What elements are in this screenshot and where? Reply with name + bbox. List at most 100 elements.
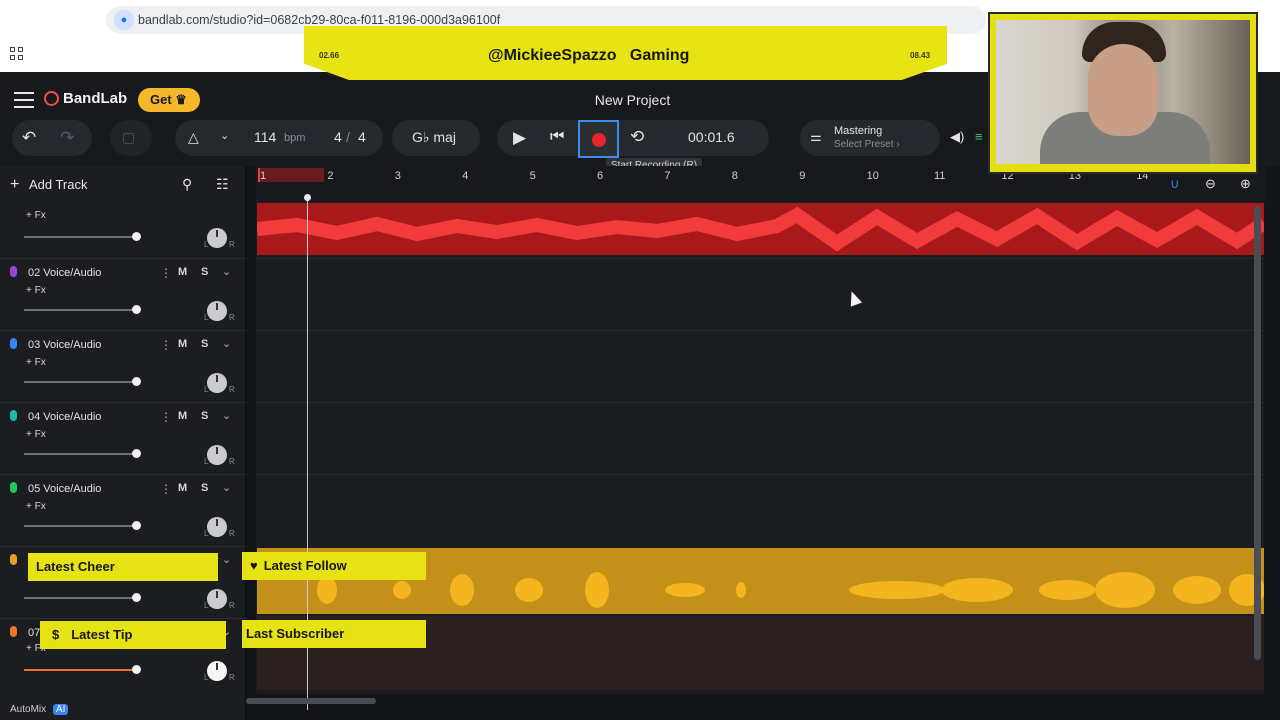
get-membership-button[interactable]: Get ♛ [138, 88, 200, 112]
pan-knob[interactable] [207, 661, 227, 681]
track-name[interactable]: 03 Voice/Audio [28, 339, 101, 351]
ruler-bar-2: 2 [327, 170, 334, 182]
volume-thumb[interactable] [132, 449, 141, 458]
track-row-05[interactable]: 05 Voice/Audio ⋮ M S ⌄ + Fx L R [0, 474, 246, 546]
vertical-scrollbar[interactable] [1254, 206, 1261, 660]
solo-button[interactable]: S [201, 410, 208, 422]
volume-slider[interactable] [24, 597, 138, 599]
pan-knob[interactable] [207, 228, 227, 248]
track-row-03[interactable]: 03 Voice/Audio ⋮ M S ⌄ + Fx L R [0, 330, 246, 402]
volume-slider[interactable] [24, 381, 138, 383]
metronome-dropdown-icon[interactable]: ⌄ [220, 129, 229, 142]
mute-button[interactable]: M [178, 410, 187, 422]
volume-thumb[interactable] [132, 232, 141, 241]
volume-thumb[interactable] [132, 521, 141, 530]
solo-button[interactable]: S [201, 338, 208, 350]
chevron-down-icon[interactable]: ⌄ [222, 553, 231, 566]
mute-button[interactable]: M [178, 482, 187, 494]
pan-knob[interactable] [207, 517, 227, 537]
pan-left-label: L [204, 457, 209, 466]
pan-left-label: L [204, 601, 209, 610]
track-name[interactable]: 04 Voice/Audio [28, 411, 101, 423]
horizontal-scrollbar[interactable] [246, 698, 376, 704]
mute-button[interactable]: M [178, 266, 187, 278]
track-row-04[interactable]: 04 Voice/Audio ⋮ M S ⌄ + Fx L R [0, 402, 246, 474]
loop-region[interactable] [258, 168, 324, 182]
pan-left-label: L [204, 529, 209, 538]
menu-icon[interactable] [14, 92, 34, 108]
bandlab-logo[interactable]: BandLab [44, 90, 127, 107]
chevron-down-icon[interactable]: ⌄ [222, 409, 231, 422]
pan-knob[interactable] [207, 301, 227, 321]
fx-button[interactable]: + Fx [26, 285, 46, 296]
playhead-handle[interactable] [304, 194, 311, 201]
fx-button[interactable]: + Fx [26, 501, 46, 512]
pan-right-label: R [229, 457, 235, 466]
time-sig-den[interactable]: 4 [358, 129, 366, 145]
tempo-value[interactable]: 114 [254, 129, 276, 145]
volume-slider[interactable] [24, 309, 138, 311]
ai-badge: AI [52, 704, 69, 715]
screen: { "browser": { "url": "bandlab.com/studi… [0, 0, 1280, 720]
mute-button[interactable]: M [178, 338, 187, 350]
track-name[interactable]: 07 [28, 627, 40, 639]
track-menu-icon[interactable]: ⋮ [160, 410, 172, 424]
project-title[interactable]: New Project [560, 92, 705, 108]
track-name[interactable]: 05 Voice/Audio [28, 483, 101, 495]
undo-icon[interactable]: ↶ [22, 128, 36, 148]
volume-thumb[interactable] [132, 593, 141, 602]
track-menu-icon[interactable]: ⋮ [160, 482, 172, 496]
volume-thumb[interactable] [132, 305, 141, 314]
volume-slider[interactable] [24, 669, 138, 671]
track-menu-icon[interactable]: ⋮ [160, 266, 172, 280]
volume-slider[interactable] [24, 525, 138, 527]
track-row-02[interactable]: 02 Voice/Audio ⋮ M S ⌄ + Fx L R [0, 258, 246, 330]
time-sig-num[interactable]: 4 [334, 129, 342, 145]
record-button[interactable] [578, 120, 619, 158]
track-menu-icon[interactable]: ⋮ [160, 338, 172, 352]
volume-thumb[interactable] [132, 665, 141, 674]
fx-button[interactable]: + Fx [26, 210, 46, 221]
apps-grid-icon[interactable] [10, 47, 24, 61]
pan-knob[interactable] [207, 445, 227, 465]
skip-back-icon[interactable]: ⏮ [550, 128, 564, 146]
dollar-icon: $ [52, 627, 60, 642]
ruler-bar-7: 7 [664, 170, 671, 182]
volume-slider[interactable] [24, 236, 138, 238]
solo-button[interactable]: S [201, 482, 208, 494]
pan-right-label: R [229, 313, 235, 322]
volume-thumb[interactable] [132, 377, 141, 386]
automix-row[interactable]: AutoMix AI [10, 704, 69, 715]
audio-region-track-01[interactable] [256, 203, 1268, 255]
volume-slider[interactable] [24, 453, 138, 455]
loop-icon[interactable]: ⟲ [630, 127, 644, 147]
lane-02[interactable] [256, 258, 1264, 330]
lane-03[interactable] [256, 330, 1264, 402]
track-row-01[interactable]: + Fx L R [0, 186, 246, 258]
pan-right-label: R [229, 240, 235, 249]
mic-icon [10, 482, 17, 493]
ruler-bar-8: 8 [731, 170, 738, 182]
lane-05[interactable] [256, 474, 1264, 546]
mic-permission-icon[interactable]: ● [114, 10, 134, 30]
ruler-bar-1: 1 [260, 170, 267, 182]
lane-04[interactable] [256, 402, 1264, 474]
metronome-icon[interactable]: △ [188, 129, 199, 146]
redo-icon[interactable]: ↷ [60, 128, 74, 148]
chevron-down-icon[interactable]: ⌄ [222, 337, 231, 350]
zoom-out-icon[interactable]: ⊖ [1205, 176, 1216, 192]
volume-icon[interactable]: ◀) [950, 129, 964, 145]
pan-knob[interactable] [207, 373, 227, 393]
chevron-down-icon[interactable]: ⌄ [222, 265, 231, 278]
banner-right-number: 08.43 [910, 51, 931, 60]
snap-magnet-icon[interactable]: ∪ [1170, 176, 1180, 192]
fx-button[interactable]: + Fx [26, 357, 46, 368]
play-icon[interactable]: ▶ [513, 128, 526, 148]
zoom-in-icon[interactable]: ⊕ [1240, 176, 1251, 192]
solo-button[interactable]: S [201, 266, 208, 278]
fx-button[interactable]: + Fx [26, 429, 46, 440]
track-name[interactable]: 02 Voice/Audio [28, 267, 101, 279]
pan-knob[interactable] [207, 589, 227, 609]
chevron-down-icon[interactable]: ⌄ [222, 481, 231, 494]
mic-icon [10, 338, 17, 349]
